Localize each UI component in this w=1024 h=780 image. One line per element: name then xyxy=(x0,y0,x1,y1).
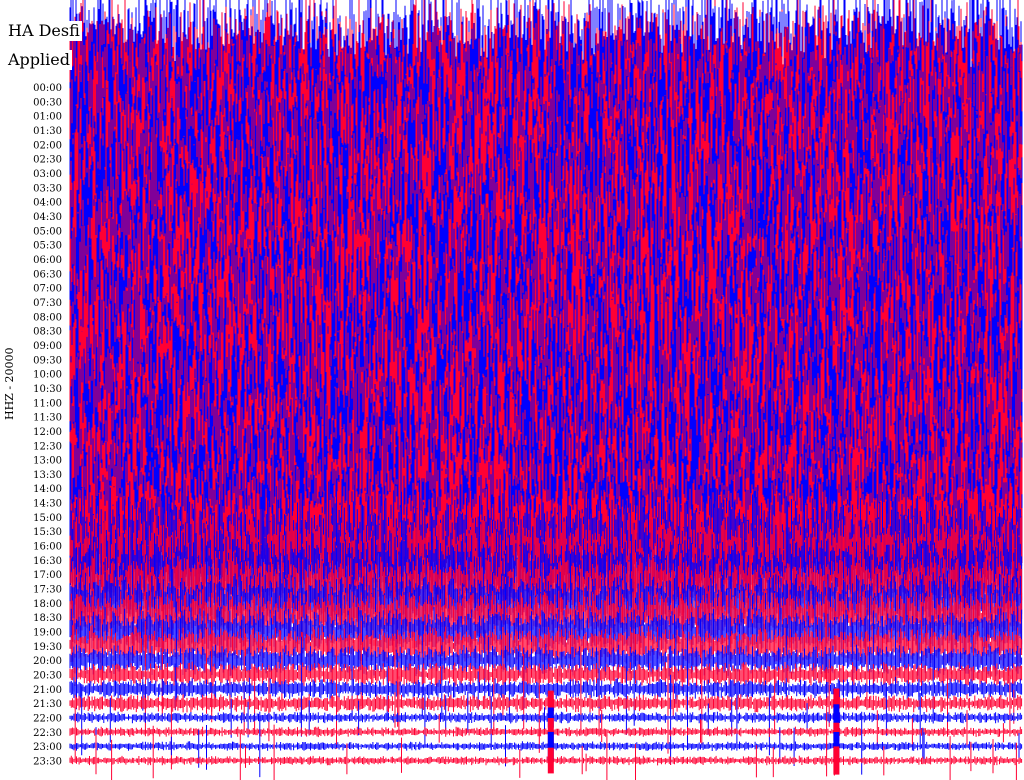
row-time-label: 15:30 xyxy=(33,527,62,538)
row-time-label: 09:00 xyxy=(33,341,62,352)
row-time-label: 11:30 xyxy=(33,413,62,424)
row-time-label: 23:30 xyxy=(33,757,62,768)
row-time-label: 21:30 xyxy=(33,699,62,710)
event-marker xyxy=(833,746,840,775)
row-time-label: 17:30 xyxy=(33,585,62,596)
row-time-label: 16:00 xyxy=(33,542,62,553)
row-time-label: 23:00 xyxy=(33,742,62,753)
row-time-label: 03:30 xyxy=(33,183,62,194)
row-time-label: 22:30 xyxy=(33,728,62,739)
row-time-label: 18:00 xyxy=(33,599,62,610)
row-time-label: 13:00 xyxy=(33,456,62,467)
row-time-label: 10:00 xyxy=(33,370,62,381)
row-time-label: 10:30 xyxy=(33,384,62,395)
row-time-label: 19:30 xyxy=(33,642,62,653)
row-time-label: 06:30 xyxy=(33,269,62,280)
trace-row-2300 xyxy=(69,711,1023,778)
row-time-label: 14:30 xyxy=(33,499,62,510)
row-time-label: 08:30 xyxy=(33,327,62,338)
row-time-label: 09:30 xyxy=(33,355,62,366)
row-time-label: 12:00 xyxy=(33,427,62,438)
row-time-label: 03:00 xyxy=(33,169,62,180)
plot-title: HA Desfi xyxy=(6,21,82,41)
helicorder-plot: 00:00 00:30 01:00 01:30 02:00 02:30 03:00 03:30… xyxy=(33,0,1023,780)
event-marker xyxy=(547,747,554,774)
row-time-label: 04:30 xyxy=(33,212,62,223)
row-time-label: 21:00 xyxy=(33,685,62,696)
row-time-label: 16:30 xyxy=(33,556,62,567)
row-time-label: 05:00 xyxy=(33,226,62,237)
row-time-label: 22:00 xyxy=(33,714,62,725)
row-time-label: 07:00 xyxy=(33,284,62,295)
row-time-label: 06:00 xyxy=(33,255,62,266)
row-time-label: 14:00 xyxy=(33,484,62,495)
row-time-label: 01:30 xyxy=(33,126,62,137)
channel-axis-label: HHZ - 20000 xyxy=(3,347,16,420)
row-time-label: 02:00 xyxy=(33,140,62,151)
row-time-label: 12:30 xyxy=(33,441,62,452)
plot-subtitle: Applied xyxy=(6,50,72,70)
row-time-label: 05:30 xyxy=(33,241,62,252)
row-time-label: 02:30 xyxy=(33,155,62,166)
row-time-label: 19:00 xyxy=(33,628,62,639)
row-time-label: 01:00 xyxy=(33,112,62,123)
row-time-label: 20:00 xyxy=(33,656,62,667)
row-time-label: 20:30 xyxy=(33,671,62,682)
row-time-label: 15:00 xyxy=(33,513,62,524)
row-time-label: 00:00 xyxy=(33,83,62,94)
time-tick-labels: 00:00 00:30 01:00 01:30 02:00 02:30 03:00 03:30… xyxy=(33,83,62,768)
seismogram-traces xyxy=(69,0,1023,780)
row-time-label: 00:30 xyxy=(33,97,62,108)
row-time-label: 11:00 xyxy=(33,398,62,409)
row-time-label: 13:30 xyxy=(33,470,62,481)
row-time-label: 17:00 xyxy=(33,570,62,581)
row-time-label: 08:00 xyxy=(33,312,62,323)
row-time-label: 18:30 xyxy=(33,613,62,624)
row-time-label: 07:30 xyxy=(33,298,62,309)
row-time-label: 04:00 xyxy=(33,198,62,209)
